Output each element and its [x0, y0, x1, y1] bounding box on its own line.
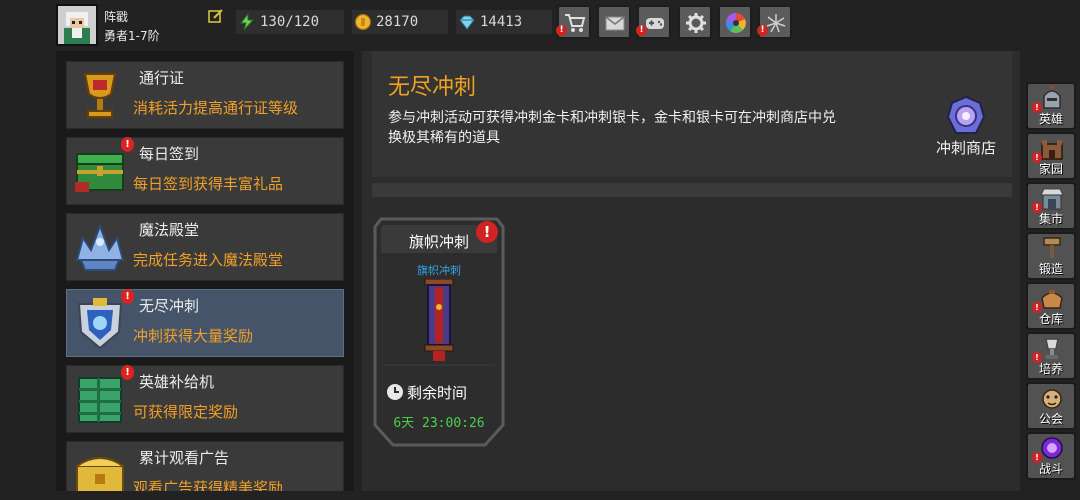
menu-item-desc: 每日签到获得丰富礼品: [133, 175, 284, 193]
hero-portrait-icon: [58, 6, 96, 44]
settings-gear-icon: [686, 13, 706, 33]
golden-treasure-icon: [76, 457, 124, 491]
gold-coin-icon: [354, 13, 372, 31]
gamepad-alert-badge: !: [636, 25, 647, 36]
sprint-shop-orb-icon: [946, 95, 986, 134]
menu-item-hero-supply[interactable]: ! 英雄补给机 可获得限定奖励: [66, 365, 344, 433]
knight-helmet-icon: [1043, 86, 1061, 109]
menu-item-title: 通行证: [139, 69, 185, 87]
nav-market[interactable]: ! 集市: [1026, 182, 1076, 230]
guild-beast-icon: [1042, 389, 1062, 409]
menu-item-desc: 冲刺获得大量奖励: [133, 327, 254, 345]
menu-item-watch-ads[interactable]: 累计观看广告 观看广告获得精美奖励: [66, 441, 344, 491]
crystal-crown-icon: [75, 223, 125, 271]
remaining-time-label: 剩余时间: [407, 384, 468, 402]
menu-item-endless-sprint[interactable]: ! 无尽冲刺 冲刺获得大量奖励: [66, 289, 344, 357]
nav-label: 战斗: [1038, 462, 1063, 476]
energy-value: 130/120: [260, 14, 320, 30]
nav-label: 家园: [1038, 162, 1063, 176]
card-subtitle: 旗帜冲刺: [417, 264, 461, 277]
menu-item-magic-hall[interactable]: 魔法殿堂 完成任务进入魔法殿堂: [66, 213, 344, 281]
player-rank: 勇者1-7阶: [104, 29, 160, 43]
warehouse-sack-icon: [1041, 290, 1063, 309]
color-wheel-icon: [725, 12, 746, 33]
gem-value: 14413: [480, 14, 523, 30]
energy-counter: 130/120: [236, 10, 344, 34]
gold-value: 28170: [376, 14, 419, 30]
gold-counter: 28170: [352, 10, 448, 34]
nav-label: 培养: [1038, 362, 1063, 376]
sprint-shop-label: 冲刺商店: [936, 139, 997, 157]
menu-item-title: 英雄补给机: [139, 373, 215, 391]
firework-icon: [766, 14, 786, 33]
nav-hero[interactable]: ! 英雄: [1026, 82, 1076, 130]
page-title: 无尽冲刺: [388, 75, 477, 100]
menu-alert-badge: !: [121, 365, 134, 380]
edit-name-icon[interactable]: [208, 8, 224, 24]
menu-item-battle-pass[interactable]: 通行证 消耗活力提高通行证等级: [66, 61, 344, 129]
menu-alert-badge: !: [121, 137, 134, 152]
settings-button[interactable]: [678, 5, 712, 39]
nav-training[interactable]: ! 培养: [1026, 332, 1076, 380]
nav-home[interactable]: ! 家园: [1026, 132, 1076, 180]
menu-item-desc: 完成任务进入魔法殿堂: [133, 251, 284, 269]
nav-label: 仓库: [1038, 312, 1063, 326]
battle-portal-icon: [1041, 437, 1063, 459]
anvil-hammer-icon: [1043, 237, 1061, 258]
castle-home-icon: [1041, 140, 1063, 160]
flag-banner-icon: [424, 279, 454, 361]
energy-lightning-icon: [239, 13, 255, 31]
activity-description: 参与冲刺活动可获得冲刺金卡和冲刺银卡，金卡和银卡可在冲刺商店中兑换极其稀有的道具: [388, 110, 836, 146]
training-trophy-icon: [1045, 338, 1059, 359]
supply-machine-icon: [78, 377, 122, 423]
gamepad-button[interactable]: !: [636, 5, 671, 39]
mail-icon: [605, 16, 625, 31]
activity-header: 无尽冲刺 参与冲刺活动可获得冲刺金卡和冲刺银卡，金卡和银卡可在冲刺商店中兑换极其…: [372, 51, 1012, 177]
firework-button[interactable]: !: [757, 5, 792, 39]
gem-icon: [459, 15, 475, 30]
golden-chalice-icon: [83, 73, 117, 118]
gem-counter: 14413: [456, 10, 552, 34]
sprint-shop-button[interactable]: 冲刺商店: [928, 95, 1004, 161]
player-name: 阵戳: [104, 10, 129, 24]
menu-alert-badge: !: [121, 289, 134, 304]
nav-battle[interactable]: ! 战斗: [1026, 432, 1076, 480]
sprint-shield-icon: [77, 298, 123, 350]
menu-item-title: 无尽冲刺: [139, 297, 200, 315]
menu-item-title: 每日签到: [139, 145, 200, 163]
mail-button[interactable]: [597, 5, 631, 39]
activity-detail-panel: 无尽冲刺 参与冲刺活动可获得冲刺金卡和冲刺银卡，金卡和银卡可在冲刺商店中兑换极其…: [362, 51, 1020, 491]
shop-cart-icon: [565, 14, 586, 32]
gamepad-icon: [646, 18, 664, 29]
flag-sprint-card[interactable]: ! 旗帜冲刺 旗帜冲刺 剩余时间 6天 23:00:26: [373, 215, 505, 451]
menu-item-desc: 可获得限定奖励: [133, 403, 239, 421]
activity-menu: 通行证 消耗活力提高通行证等级 ! 每日签到 每日签到获得丰富礼品 魔法殿堂 完…: [56, 51, 354, 491]
nav-label: 集市: [1038, 212, 1063, 226]
menu-item-title: 魔法殿堂: [139, 221, 200, 239]
menu-item-desc: 观看广告获得精美奖励: [133, 479, 284, 491]
clock-icon: [387, 384, 403, 400]
nav-forge[interactable]: 锻造: [1026, 232, 1076, 280]
menu-item-daily-checkin[interactable]: ! 每日签到 每日签到获得丰富礼品: [66, 137, 344, 205]
nav-label: 锻造: [1038, 262, 1063, 276]
color-wheel-button[interactable]: [718, 5, 752, 39]
menu-item-title: 累计观看广告: [139, 449, 230, 467]
player-avatar[interactable]: [56, 4, 98, 46]
nav-guild[interactable]: 公会: [1026, 382, 1076, 430]
remaining-time-value: 6天 23:00:26: [393, 416, 485, 431]
market-stall-icon: [1040, 188, 1064, 210]
nav-label: 公会: [1038, 412, 1063, 426]
section-divider: [372, 183, 1012, 197]
shop-alert-badge: !: [556, 25, 567, 36]
green-chest-icon: [75, 153, 124, 192]
top-bar: 阵戳 勇者1-7阶 130/120 28170 14413 ! ! !: [0, 0, 1080, 48]
shop-button[interactable]: !: [556, 5, 591, 39]
nav-warehouse[interactable]: ! 仓库: [1026, 282, 1076, 330]
menu-item-desc: 消耗活力提高通行证等级: [133, 99, 299, 117]
card-title: 旗帜冲刺: [408, 233, 469, 251]
firework-alert-badge: !: [757, 25, 768, 36]
nav-label: 英雄: [1038, 112, 1063, 126]
